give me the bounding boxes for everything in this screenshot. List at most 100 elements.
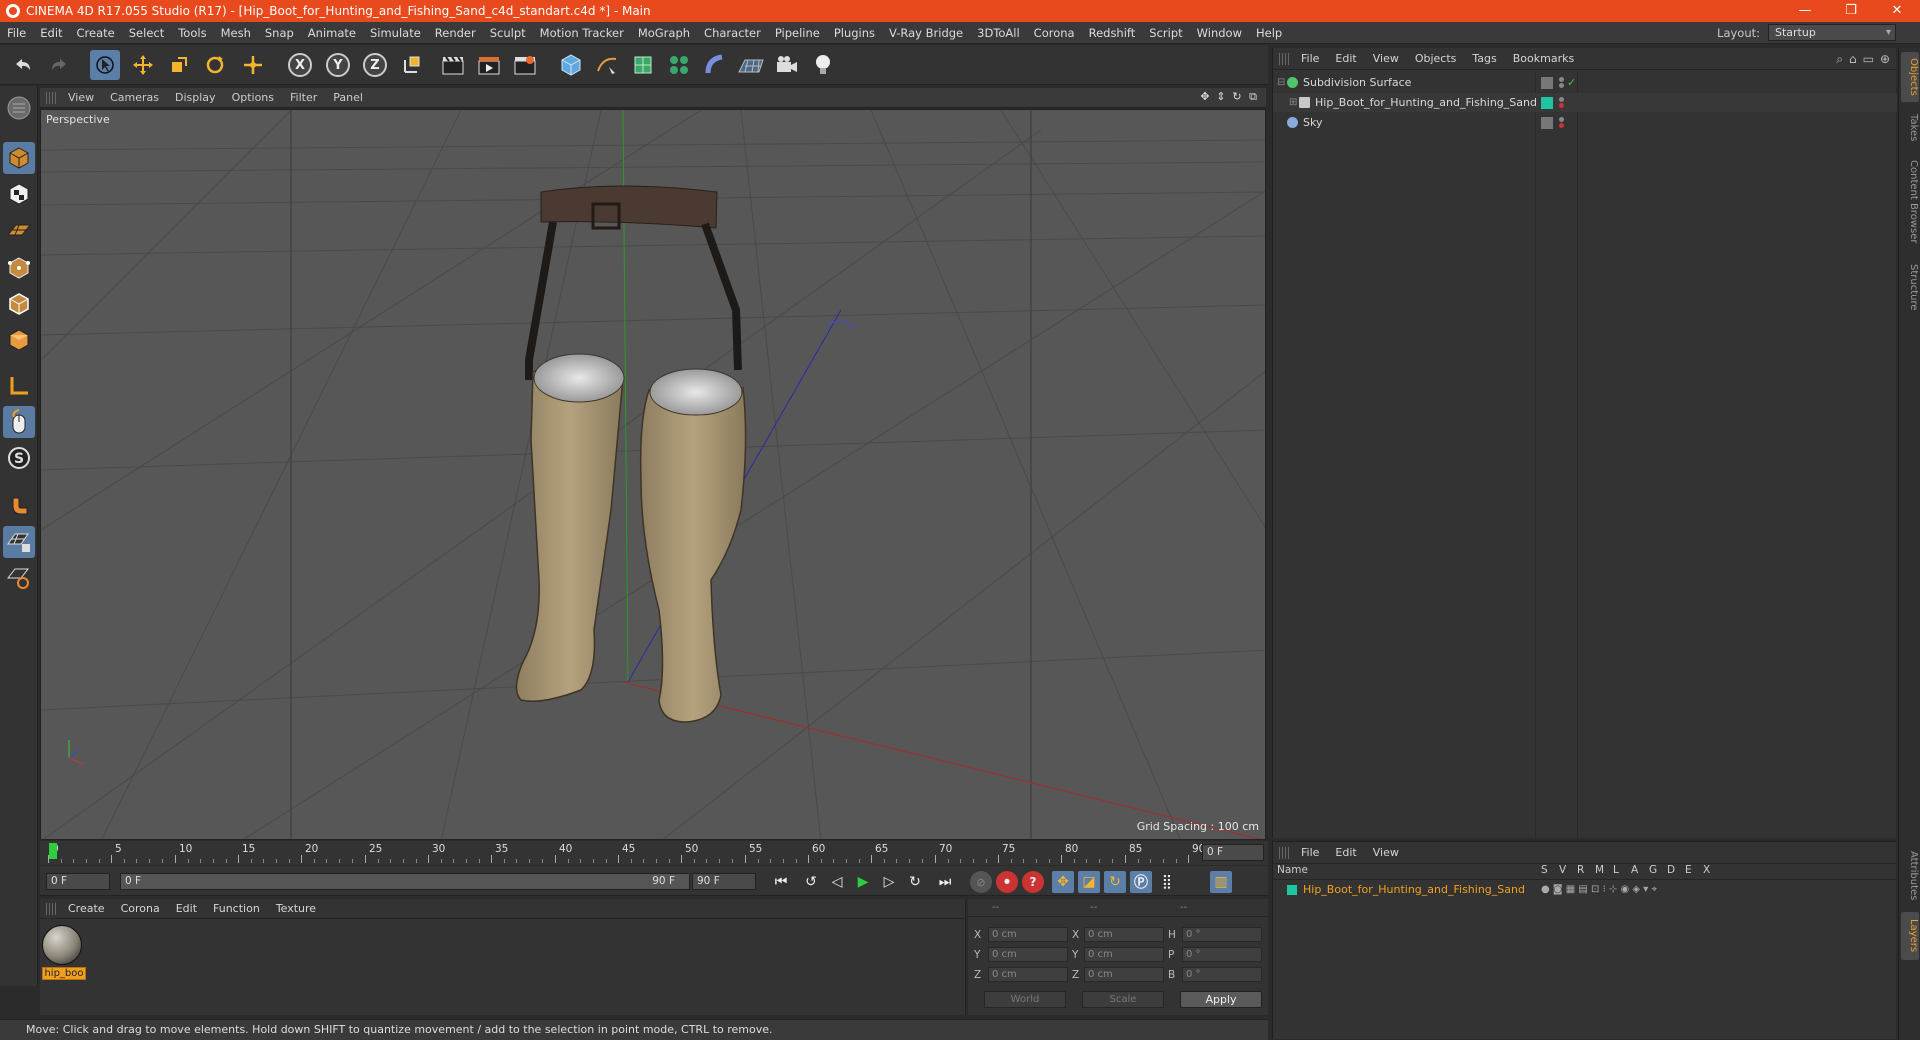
objects-menu-bookmarks[interactable]: Bookmarks: [1505, 52, 1582, 65]
viewport-menu-display[interactable]: Display: [167, 91, 224, 104]
play-button[interactable]: ▶: [852, 871, 874, 893]
y-axis-lock-button[interactable]: Y: [326, 53, 350, 77]
menu-corona[interactable]: Corona: [1027, 22, 1082, 44]
menu-file[interactable]: File: [0, 22, 33, 44]
rotate-view-icon[interactable]: ↻: [1230, 90, 1244, 104]
layer-color-tag[interactable]: [1541, 96, 1553, 109]
end-frame-field[interactable]: 90 F: [692, 873, 756, 890]
menu-mograph[interactable]: MoGraph: [631, 22, 697, 44]
move-tool[interactable]: [128, 50, 158, 80]
add-cube-button[interactable]: [556, 50, 586, 80]
next-frame-button[interactable]: ▷: [878, 871, 900, 893]
snap-button[interactable]: [3, 490, 35, 522]
z-axis-lock-button[interactable]: Z: [363, 53, 387, 77]
menu-mesh[interactable]: Mesh: [214, 22, 258, 44]
menu-render[interactable]: Render: [428, 22, 483, 44]
add-floor-button[interactable]: [736, 50, 766, 80]
layers-menu-edit[interactable]: Edit: [1327, 846, 1364, 859]
menu-select[interactable]: Select: [122, 22, 171, 44]
expand-toggle-icon[interactable]: ⊞: [1289, 97, 1299, 108]
layers-menu-file[interactable]: File: [1293, 846, 1327, 859]
layer-toggle-icons[interactable]: ● ◙ ▦ ▤ ⊡ ⁝ ⊹ ◉ ◈ ▾ ⌖: [1541, 884, 1657, 895]
lock-workplane-button[interactable]: [3, 526, 35, 558]
objects-menu-objects[interactable]: Objects: [1407, 52, 1465, 65]
render-to-picture-viewer-button[interactable]: [474, 50, 504, 80]
material-menu-corona[interactable]: Corona: [113, 902, 168, 915]
layer-swatch-icon[interactable]: [1541, 116, 1553, 129]
object-row-sky[interactable]: Sky: [1273, 113, 1897, 132]
objects-menu-edit[interactable]: Edit: [1327, 52, 1364, 65]
go-to-start-button[interactable]: ⏮: [770, 871, 792, 893]
current-frame-field[interactable]: 0 F: [1202, 844, 1264, 861]
planar-workplane-button[interactable]: [3, 562, 35, 594]
material-menu-function[interactable]: Function: [205, 902, 268, 915]
tab-attributes[interactable]: Attributes: [1901, 844, 1919, 908]
coordinate-system-button[interactable]: [397, 50, 427, 80]
menu-motion-tracker[interactable]: Motion Tracker: [533, 22, 631, 44]
add-deformer-button[interactable]: [700, 50, 730, 80]
coord-size-x-field[interactable]: 0 cm: [1084, 927, 1164, 942]
pan-view-icon[interactable]: ✥: [1198, 90, 1212, 104]
material-menu-texture[interactable]: Texture: [268, 902, 324, 915]
layer-row[interactable]: Hip_Boot_for_Hunting_and_Fishing_Sand ● …: [1273, 881, 1897, 898]
close-button[interactable]: ✕: [1874, 0, 1920, 22]
model-mode-button[interactable]: [3, 142, 35, 174]
tab-takes[interactable]: Takes: [1901, 106, 1919, 150]
tweak-mode-button[interactable]: [3, 406, 35, 438]
menu-tools[interactable]: Tools: [171, 22, 213, 44]
key-pla-button[interactable]: ⣿: [1156, 871, 1178, 893]
panel-grip-icon[interactable]: [46, 91, 56, 104]
coord-pos-z-field[interactable]: 0 cm: [988, 967, 1068, 982]
texture-mode-button[interactable]: [3, 178, 35, 210]
tab-objects[interactable]: Objects: [1901, 52, 1919, 102]
add-generator-button[interactable]: [628, 50, 658, 80]
menu-help[interactable]: Help: [1249, 22, 1289, 44]
visibility-dots[interactable]: [1559, 97, 1564, 108]
coord-pos-y-field[interactable]: 0 cm: [988, 947, 1068, 962]
search-icon[interactable]: ⌕: [1836, 52, 1843, 67]
collapse-toggle-icon[interactable]: ⊟: [1277, 77, 1287, 88]
coord-scale-dropdown[interactable]: Scale: [1082, 991, 1164, 1008]
coord-size-y-field[interactable]: 0 cm: [1084, 947, 1164, 962]
key-parameter-button[interactable]: Ⓟ: [1130, 871, 1152, 893]
menu-simulate[interactable]: Simulate: [363, 22, 428, 44]
add-mograph-button[interactable]: [664, 50, 694, 80]
enabled-check-icon[interactable]: ✓: [1567, 76, 1576, 89]
material-menu-create[interactable]: Create: [60, 902, 113, 915]
viewport-menu-options[interactable]: Options: [224, 91, 282, 104]
material-menu-edit[interactable]: Edit: [168, 902, 205, 915]
render-settings-button[interactable]: [510, 50, 540, 80]
coord-pos-x-field[interactable]: 0 cm: [988, 927, 1068, 942]
record-button[interactable]: ⏺: [996, 871, 1018, 893]
menu-sculpt[interactable]: Sculpt: [483, 22, 533, 44]
menu-pipeline[interactable]: Pipeline: [768, 22, 827, 44]
menu-animate[interactable]: Animate: [301, 22, 363, 44]
restore-button[interactable]: ❐: [1828, 0, 1874, 22]
autokey-button[interactable]: ?: [1022, 871, 1044, 893]
previous-key-button[interactable]: ↺: [800, 871, 822, 893]
menu-plugins[interactable]: Plugins: [827, 22, 882, 44]
material-swatch[interactable]: hip_boo: [42, 925, 86, 983]
key-rotation-button[interactable]: ↻: [1104, 871, 1126, 893]
layers-menu-view[interactable]: View: [1365, 846, 1407, 859]
minimize-button[interactable]: —: [1782, 0, 1828, 22]
menu-script[interactable]: Script: [1142, 22, 1189, 44]
playhead-marker[interactable]: [49, 843, 57, 859]
key-position-button[interactable]: ✥: [1052, 871, 1074, 893]
axis-mode-button[interactable]: [3, 370, 35, 402]
menu-edit[interactable]: Edit: [33, 22, 69, 44]
live-selection-tool[interactable]: [90, 50, 120, 80]
object-row-hip-boot[interactable]: ⊞ Hip_Boot_for_Hunting_and_Fishing_Sand: [1273, 93, 1897, 112]
coord-rot-b-field[interactable]: 0 °: [1182, 967, 1262, 982]
coord-rot-h-field[interactable]: 0 °: [1182, 927, 1262, 942]
dolly-view-icon[interactable]: ⇕: [1214, 90, 1228, 104]
scale-tool[interactable]: [164, 50, 194, 80]
go-to-end-button[interactable]: ⏭: [934, 871, 956, 893]
panel-grip-icon[interactable]: [1279, 846, 1289, 859]
visibility-dots[interactable]: [1559, 77, 1564, 88]
undo-button[interactable]: [8, 50, 38, 80]
coord-size-z-field[interactable]: 0 cm: [1084, 967, 1164, 982]
key-scale-button[interactable]: ◪: [1078, 871, 1100, 893]
visibility-dots[interactable]: [1559, 117, 1564, 128]
next-key-button[interactable]: ↻: [904, 871, 926, 893]
